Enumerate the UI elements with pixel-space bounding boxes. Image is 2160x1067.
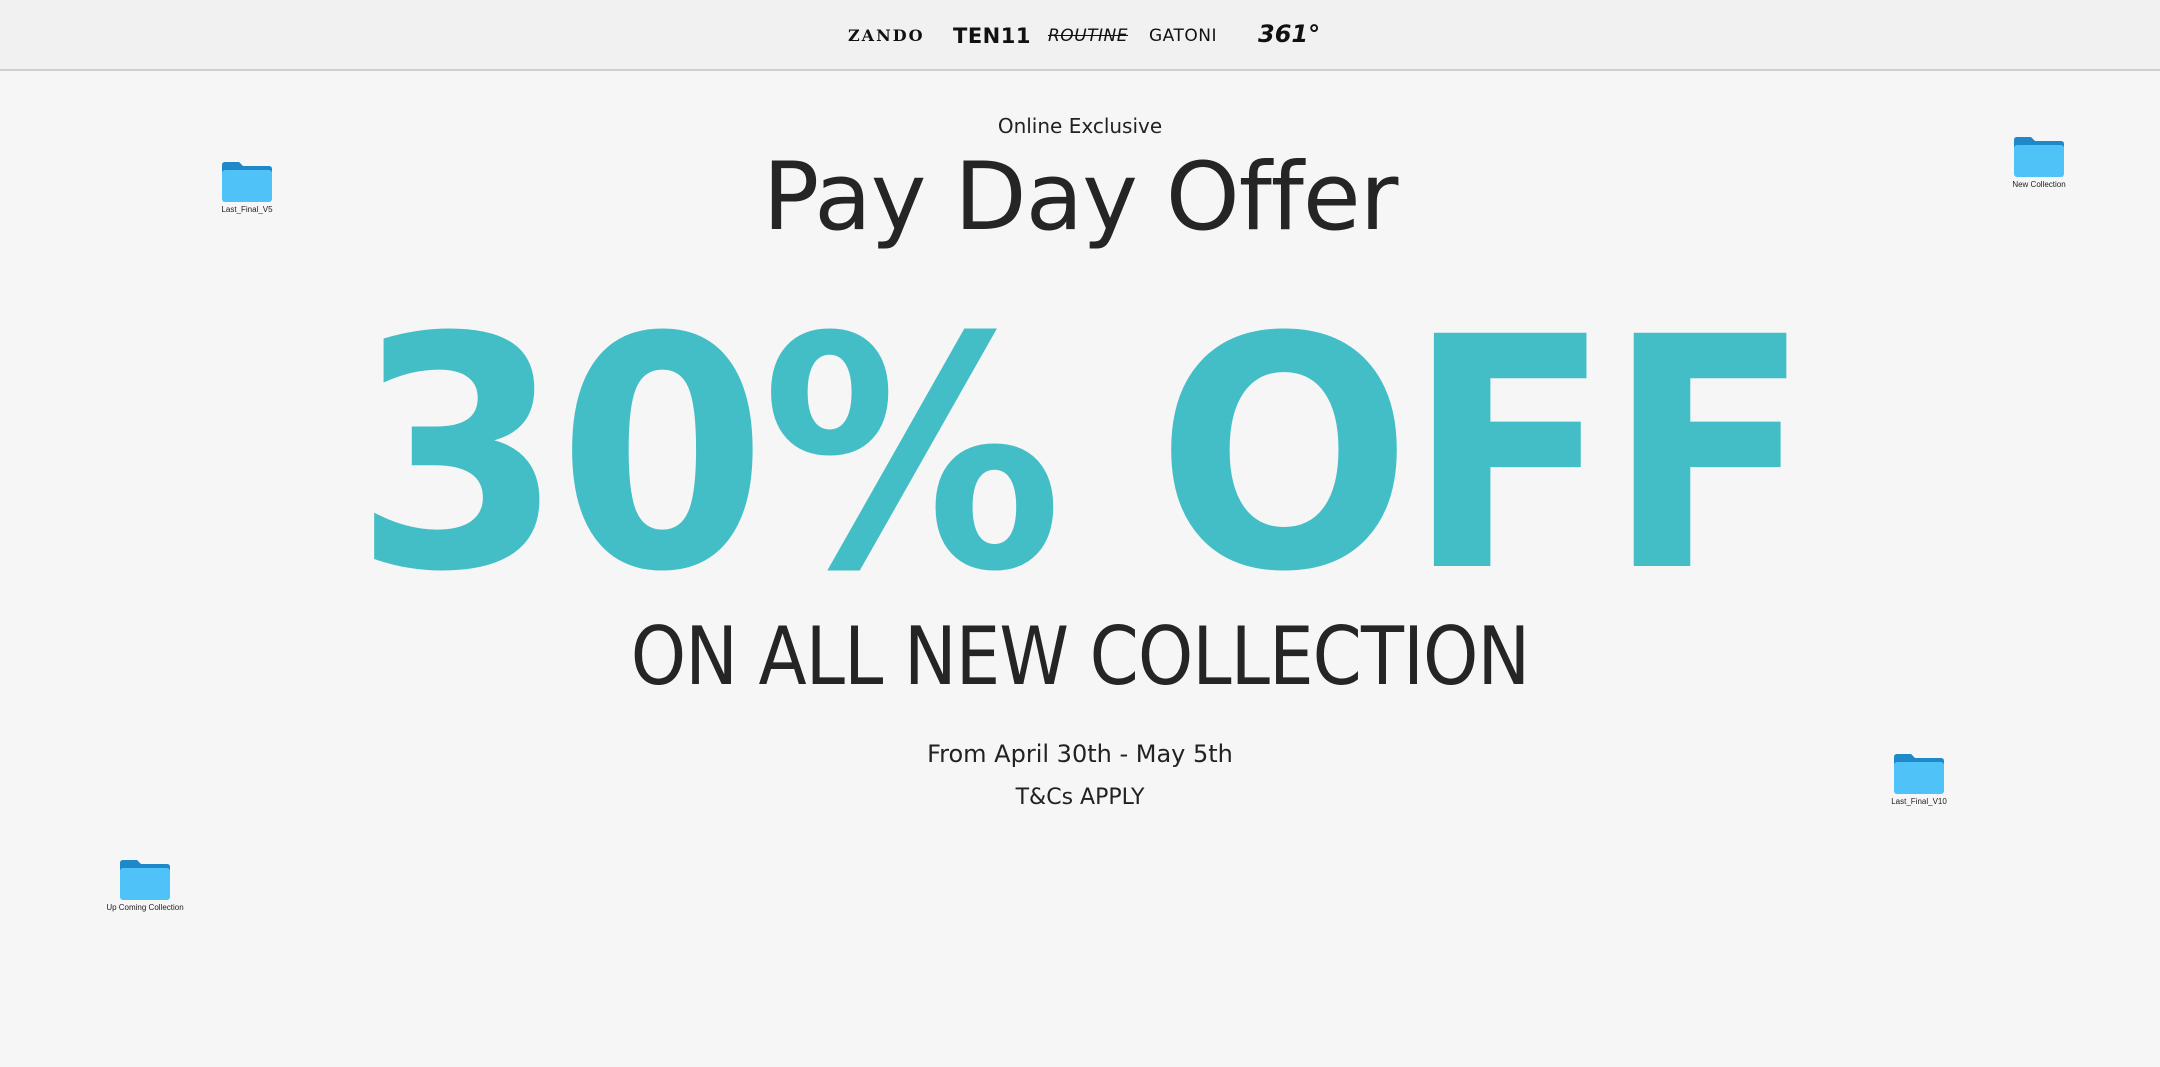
folder-icon xyxy=(1894,754,1944,794)
desktop-folder-new-collection[interactable]: New Collection xyxy=(1994,136,2084,189)
desktop-folder-last-final-v5[interactable]: Last_Final_V5 xyxy=(202,161,292,214)
brand-logo-zando[interactable]: ZANDO xyxy=(848,20,925,52)
brand-logo-ten11[interactable]: TEN11 xyxy=(953,20,1031,52)
folder-label: Up Coming Collection xyxy=(106,903,184,912)
folder-icon xyxy=(120,860,170,900)
desktop-folder-last-final-v10[interactable]: Last_Final_V10 xyxy=(1874,753,1964,806)
brand-logo-routine[interactable]: ROUTINE xyxy=(1048,20,1128,52)
brand-logo-gatoni[interactable]: GATONI xyxy=(1149,20,1217,52)
desktop-folder-up-coming-collection[interactable]: Up Coming Collection xyxy=(100,859,190,912)
collection-subtitle: ON ALL NEW COLLECTION xyxy=(630,610,1530,703)
folder-icon xyxy=(2014,137,2064,177)
terms-link[interactable]: T&Cs APPLY xyxy=(0,785,2160,810)
page-title: Pay Day Offer xyxy=(762,143,1399,252)
brand-logo-361[interactable]: 361° xyxy=(1258,18,1320,50)
brand-bar: ZANDO TEN11 ROUTINE GATONI 361° xyxy=(0,0,2160,71)
folder-label: Last_Final_V10 xyxy=(1891,797,1947,806)
folder-icon xyxy=(222,162,272,202)
eyebrow-text: Online Exclusive xyxy=(997,114,1163,138)
offer-dates: From April 30th - May 5th xyxy=(927,740,1233,768)
folder-label: New Collection xyxy=(2012,180,2066,189)
discount-headline: 30% OFF xyxy=(354,270,1812,642)
folder-label: Last_Final_V5 xyxy=(221,205,273,214)
